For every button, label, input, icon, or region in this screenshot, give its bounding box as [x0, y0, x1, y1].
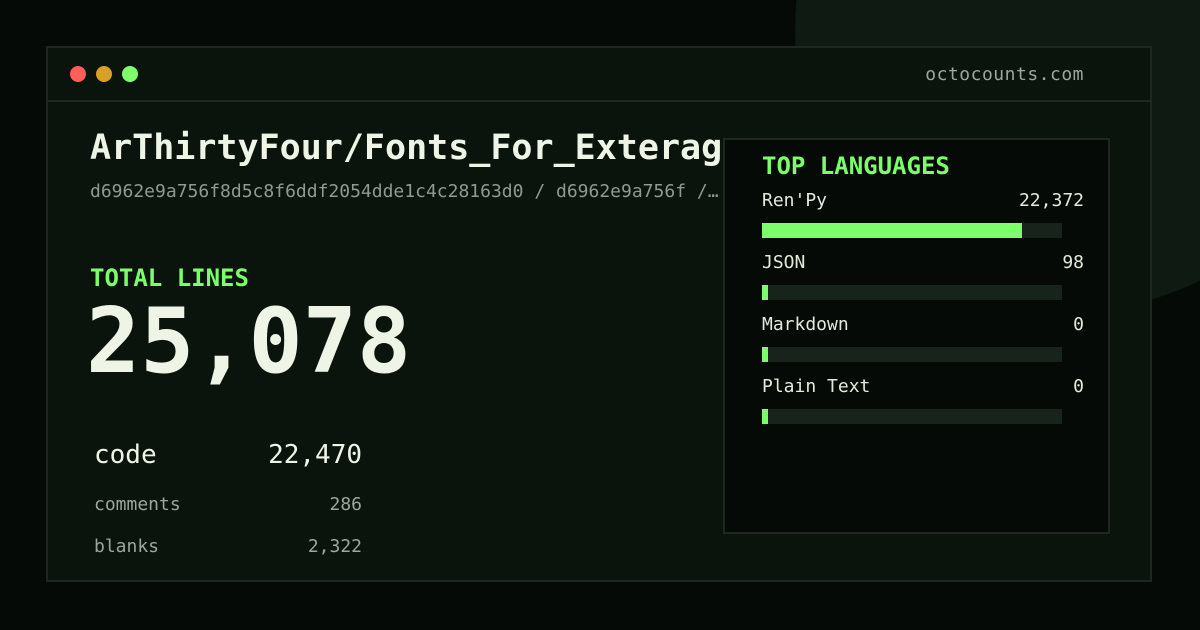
total-lines-label: TOTAL LINES [90, 264, 249, 292]
stat-value: 22,470 [268, 440, 362, 470]
language-count: 0 [1073, 314, 1084, 335]
stat-row-comments: comments 286 [94, 494, 362, 515]
terminal-window: octocounts.com ArThirtyFour/Fonts_For_Ex… [46, 46, 1152, 582]
repo-title: ArThirtyFour/Fonts_For_Exteragram [90, 128, 730, 168]
language-name: JSON [762, 252, 806, 273]
window-titlebar: octocounts.com [48, 48, 1150, 102]
minimize-dot-icon [96, 66, 112, 82]
top-languages-title: TOP LANGUAGES [762, 152, 950, 180]
stat-row-blanks: blanks 2,322 [94, 536, 362, 557]
language-bar-fill [762, 223, 1023, 238]
language-item-plain-text: Plain Text 0 [762, 376, 1084, 426]
language-bar-track [762, 285, 1062, 300]
stat-value: 2,322 [307, 536, 362, 557]
stat-row-code: code 22,470 [94, 440, 362, 470]
language-count: 98 [1062, 252, 1084, 273]
language-name: Markdown [762, 314, 849, 335]
stat-label: comments [94, 494, 181, 515]
top-languages-panel: TOP LANGUAGES Ren'Py 22,372 JSON 98 Mark… [723, 138, 1110, 534]
language-bar-track [762, 347, 1062, 362]
language-bar-fill [762, 409, 768, 424]
stat-label: code [94, 440, 157, 470]
language-count: 0 [1073, 376, 1084, 397]
language-item-renpy: Ren'Py 22,372 [762, 190, 1084, 240]
language-name: Plain Text [762, 376, 871, 397]
total-lines-value: 25,078 [86, 289, 412, 394]
language-count: 22,372 [1018, 190, 1084, 211]
language-item-json: JSON 98 [762, 252, 1084, 302]
repo-commit-path: d6962e9a756f8d5c8f6ddf2054dde1c4c28163d0… [90, 181, 719, 202]
close-dot-icon [70, 66, 86, 82]
maximize-dot-icon [122, 66, 138, 82]
stat-value: 286 [329, 494, 362, 515]
language-name: Ren'Py [762, 190, 828, 211]
share-card: octocounts.com ArThirtyFour/Fonts_For_Ex… [0, 0, 1200, 630]
language-bar-fill [762, 347, 768, 362]
language-bar-fill [762, 285, 768, 300]
language-bar-track [762, 223, 1062, 238]
site-label: octocounts.com [925, 64, 1084, 85]
language-bar-track [762, 409, 1062, 424]
language-item-markdown: Markdown 0 [762, 314, 1084, 364]
stat-label: blanks [94, 536, 160, 557]
